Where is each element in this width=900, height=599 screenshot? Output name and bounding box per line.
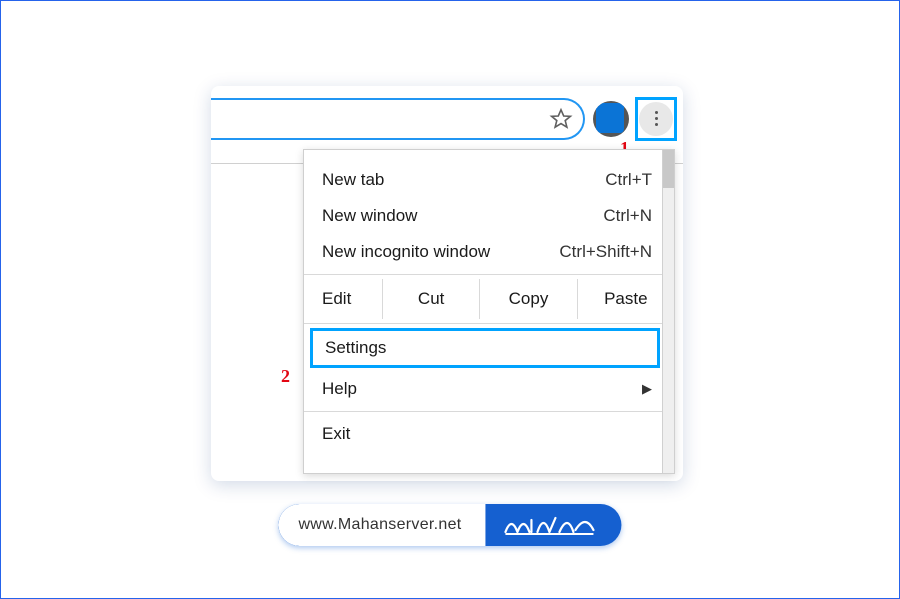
menu-shortcut: Ctrl+T bbox=[605, 170, 652, 190]
chrome-dropdown-menu: New tab Ctrl+T New window Ctrl+N New inc… bbox=[303, 149, 675, 474]
footer-url: www.Mahanserver.net bbox=[278, 504, 485, 546]
bookmark-star-icon[interactable] bbox=[549, 107, 573, 131]
menu-edit-row: Edit Cut Copy Paste bbox=[304, 279, 674, 319]
mahanserver-logo-icon bbox=[504, 512, 596, 538]
omnibox[interactable] bbox=[211, 98, 585, 140]
footer-badge: www.Mahanserver.net bbox=[278, 504, 621, 546]
menu-shortcut: Ctrl+N bbox=[603, 206, 652, 226]
menu-item-exit[interactable]: Exit bbox=[304, 416, 674, 452]
menu-label: Exit bbox=[322, 424, 350, 444]
footer-logo bbox=[486, 512, 622, 538]
menu-separator bbox=[304, 323, 674, 324]
menu-edit-label: Edit bbox=[304, 279, 382, 319]
submenu-arrow-icon: ▶ bbox=[642, 381, 652, 397]
profile-avatar[interactable] bbox=[593, 101, 629, 137]
menu-separator bbox=[304, 274, 674, 275]
address-bar-row bbox=[211, 96, 683, 141]
callout-number-2: 2 bbox=[281, 366, 290, 387]
menu-item-help[interactable]: Help ▶ bbox=[304, 371, 674, 407]
menu-edit-copy[interactable]: Copy bbox=[479, 279, 576, 319]
menu-edit-paste[interactable]: Paste bbox=[577, 279, 674, 319]
menu-item-settings[interactable]: Settings bbox=[313, 331, 657, 365]
menu-item-new-window[interactable]: New window Ctrl+N bbox=[304, 198, 674, 234]
menu-label: New tab bbox=[322, 170, 384, 190]
menu-scrollbar[interactable] bbox=[662, 150, 674, 473]
menu-label: Settings bbox=[325, 338, 386, 358]
menu-separator bbox=[304, 411, 674, 412]
scrollbar-thumb[interactable] bbox=[663, 150, 674, 188]
menu-edit-cut[interactable]: Cut bbox=[382, 279, 479, 319]
highlight-box-1 bbox=[635, 97, 677, 141]
browser-window: 1 2 New tab Ctrl+T New window Ctrl+N New… bbox=[211, 86, 683, 481]
menu-item-incognito[interactable]: New incognito window Ctrl+Shift+N bbox=[304, 234, 674, 270]
menu-item-new-tab[interactable]: New tab Ctrl+T bbox=[304, 162, 674, 198]
highlight-box-2: Settings bbox=[310, 328, 660, 368]
menu-shortcut: Ctrl+Shift+N bbox=[559, 242, 652, 262]
more-menu-button[interactable] bbox=[639, 102, 673, 136]
menu-label: Help bbox=[322, 379, 357, 399]
menu-label: New window bbox=[322, 206, 417, 226]
menu-label: New incognito window bbox=[322, 242, 490, 262]
